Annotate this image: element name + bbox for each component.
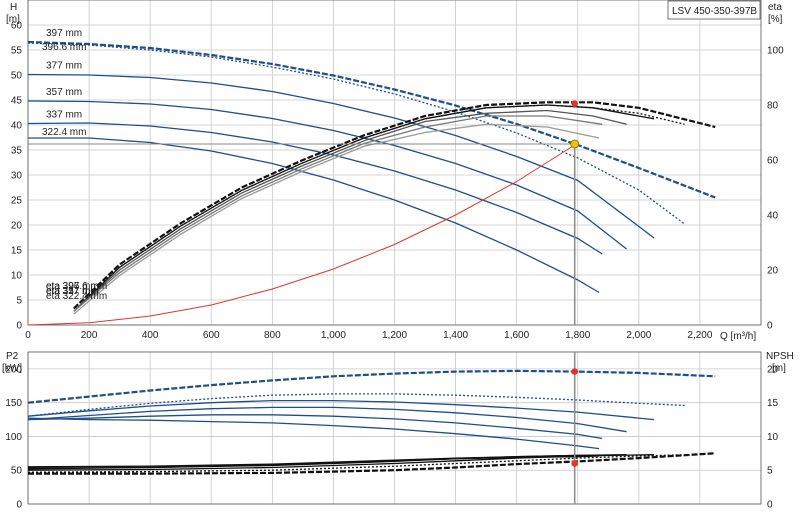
impeller-label: 377 mm — [46, 61, 82, 72]
top-right-tick-label: 100 — [767, 46, 784, 57]
top-left-tick-label: 30 — [11, 171, 23, 182]
top-left-tick-label: 10 — [11, 271, 23, 282]
flow-axis-label: Q [m³/h] — [720, 331, 756, 342]
x-tick-label: 0 — [25, 330, 31, 341]
impeller-curve-labels: 397 mm 396.6 mm 377 mm 357 mm 337 mm 322.4 mm… — [42, 28, 107, 302]
top-left-tick-label: 5 — [16, 296, 22, 307]
bottom-right-tick-label: 5 — [767, 466, 773, 477]
power-point — [571, 368, 578, 375]
x-tick-label: 1,000 — [321, 330, 346, 341]
p2-axis-unit: [kW] — [2, 363, 22, 374]
top-panel-series — [27, 40, 716, 326]
top-right-tick-label: 80 — [767, 101, 779, 112]
series-line — [27, 122, 603, 255]
impeller-label: 397 mm — [46, 28, 82, 39]
bottom-panel-ticks: 05010015020005101520 — [5, 364, 778, 510]
top-right-tick-label: 60 — [767, 156, 779, 167]
model-label: LSV 450-350-397B — [672, 6, 757, 17]
pump-curve-chart: 0 200 400 600 800 1,000 1,200 1,400 1,600 1,800 2,… — [2, 0, 794, 511]
top-left-tick-label: 25 — [11, 196, 23, 207]
bottom-left-tick-label: 50 — [11, 466, 23, 477]
series-line — [27, 42, 685, 225]
bottom-left-tick-label: 100 — [5, 432, 22, 443]
x-tick-label: 2,200 — [687, 330, 712, 341]
bottom-right-tick-label: 15 — [767, 398, 779, 409]
bottom-left-tick-label: 150 — [5, 398, 22, 409]
series-line — [27, 40, 716, 199]
p2-axis-label: P2 — [6, 351, 19, 362]
duty-point — [570, 139, 580, 149]
top-panel-ticks: 0 200 400 600 800 1,000 1,200 1,400 1,600 1,800 2,… — [11, 21, 784, 342]
x-tick-label: 1,800 — [565, 330, 590, 341]
bottom-panel-grid — [27, 352, 761, 505]
top-left-tick-label: 35 — [11, 146, 23, 157]
eta-axis-label: eta — [768, 2, 782, 13]
npsh-axis-label: NPSH — [766, 351, 794, 362]
impeller-label: 396.6 mm — [42, 42, 86, 53]
head-axis-unit: [m] — [6, 14, 20, 25]
x-tick-label: 400 — [142, 330, 159, 341]
npsh-point — [571, 460, 578, 467]
top-right-tick-label: 40 — [767, 211, 779, 222]
bottom-left-tick-label: 0 — [16, 500, 22, 511]
npsh-axis-unit: [m] — [772, 363, 786, 374]
impeller-label: eta 322.4 mm — [46, 291, 107, 302]
bottom-panel-series — [27, 369, 716, 475]
x-tick-label: 2,000 — [626, 330, 651, 341]
top-left-tick-label: 55 — [11, 46, 23, 57]
top-left-tick-label: 20 — [11, 221, 23, 232]
x-tick-label: 800 — [264, 330, 281, 341]
x-tick-label: 1,400 — [443, 330, 468, 341]
top-left-tick-label: 50 — [11, 71, 23, 82]
impeller-label: 357 mm — [46, 87, 82, 98]
bottom-right-tick-label: 10 — [767, 432, 779, 443]
x-tick-label: 1,600 — [504, 330, 529, 341]
top-right-tick-label: 20 — [767, 266, 779, 277]
impeller-label: 337 mm — [46, 110, 82, 121]
efficiency-point — [571, 100, 578, 107]
series-line — [27, 369, 716, 404]
eta-axis-unit: [%] — [768, 14, 783, 25]
head-axis-label: H — [10, 2, 17, 13]
x-tick-label: 200 — [81, 330, 98, 341]
series-line — [73, 109, 627, 312]
x-tick-label: 600 — [203, 330, 220, 341]
x-tick-label: 1,200 — [382, 330, 407, 341]
series-line — [27, 417, 600, 450]
top-left-tick-label: 15 — [11, 246, 23, 257]
series-line — [73, 123, 600, 315]
top-panel-markers — [28, 100, 580, 325]
top-left-tick-label: 0 — [16, 321, 22, 332]
impeller-label: 322.4 mm — [42, 127, 86, 138]
series-line — [27, 414, 603, 440]
bottom-panel-markers — [571, 352, 578, 504]
top-panel-grid — [27, 0, 761, 326]
top-right-tick-label: 0 — [767, 321, 773, 332]
top-left-tick-label: 40 — [11, 121, 23, 132]
bottom-right-tick-label: 0 — [767, 500, 773, 511]
top-left-tick-label: 45 — [11, 96, 23, 107]
